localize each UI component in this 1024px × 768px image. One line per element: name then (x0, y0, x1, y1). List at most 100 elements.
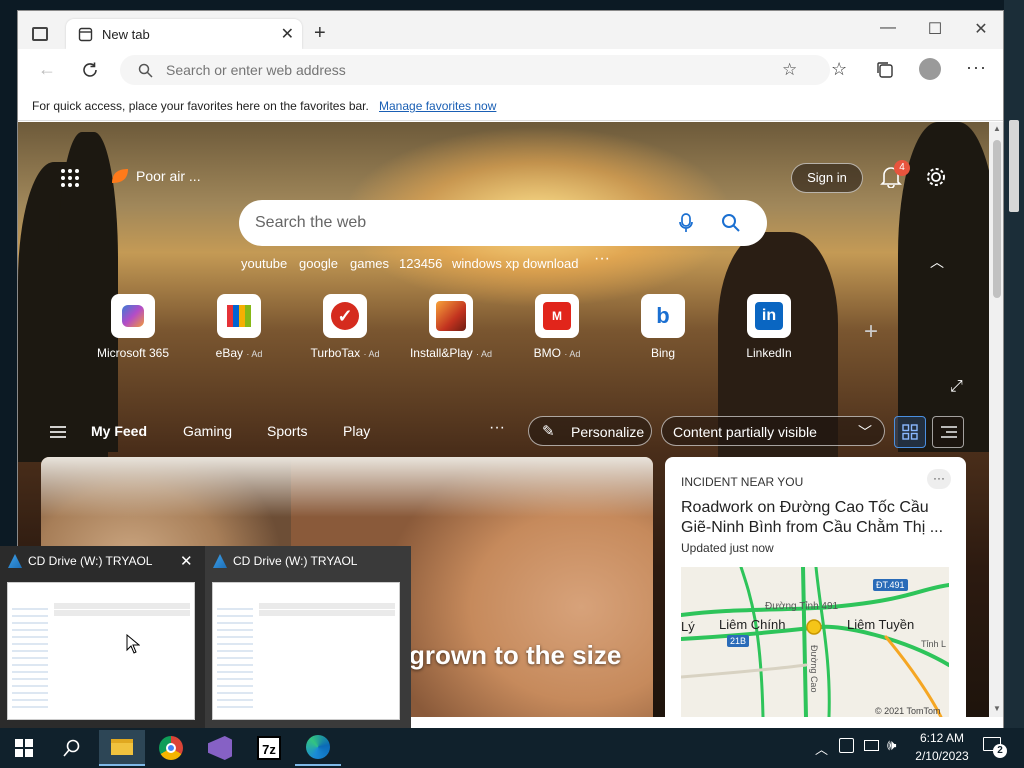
close-window-button[interactable]: ✕ (966, 19, 996, 39)
sign-in-button[interactable]: Sign in (791, 163, 863, 193)
list-view-icon (941, 426, 957, 438)
installplay-icon (429, 294, 473, 338)
address-bar[interactable]: ☆ (120, 55, 830, 85)
taskbar-thumbnail[interactable]: CD Drive (W:) TRYAOL (205, 546, 411, 728)
quick-link-microsoft365[interactable]: Microsoft 365 (88, 294, 178, 360)
quick-link-installplay[interactable]: Install&Play · Ad (406, 294, 496, 360)
quick-link-label: TurboTax (310, 346, 361, 360)
feed-card-incident[interactable]: INCIDENT NEAR YOU ··· Roadwork on Đường … (665, 457, 966, 717)
gear-icon[interactable] (925, 166, 947, 188)
feed-more-icon[interactable]: ··· (489, 419, 505, 437)
traffic-map[interactable]: ĐT.491 Đường Tỉnh 491 Liêm Chính Liêm Tu… (681, 567, 949, 717)
trending-more-icon[interactable]: ··· (594, 250, 610, 268)
map-roads (681, 567, 949, 717)
search-submit-icon[interactable] (721, 213, 741, 233)
close-tab-icon[interactable]: ✕ (281, 24, 294, 44)
favorites-icon[interactable]: ☆ (831, 59, 847, 80)
air-quality-label: Poor air ... (136, 168, 201, 184)
ebay-icon (217, 294, 261, 338)
bing-icon: b (641, 294, 685, 338)
quick-link-bmo[interactable]: M BMO · Ad (512, 294, 602, 360)
start-button[interactable] (1, 730, 47, 766)
desktop-scrollbar-thumb (1009, 120, 1019, 212)
scroll-down-icon[interactable]: ▼ (993, 704, 1001, 713)
tab-actions-icon[interactable] (32, 27, 48, 41)
thumbnail-close-icon[interactable]: ✕ (180, 552, 193, 570)
map-label: Đường Tỉnh 491 (765, 601, 839, 612)
taskbar-7zip[interactable]: 7z (246, 730, 292, 766)
network-icon[interactable] (864, 740, 879, 751)
personalize-button[interactable]: ✎ Personalize (528, 416, 652, 446)
ad-label: · Ad (476, 349, 493, 359)
new-tab-button[interactable]: + (314, 22, 326, 45)
incident-updated: Updated just now (681, 541, 774, 555)
manage-favorites-link[interactable]: Manage favorites now (379, 99, 496, 113)
search-icon (63, 739, 80, 757)
card-more-icon[interactable]: ··· (927, 469, 951, 489)
microphone-icon[interactable] (679, 213, 693, 233)
quick-link-label: Microsoft 365 (96, 346, 170, 360)
trending-item[interactable]: games (350, 256, 389, 271)
tab-sports[interactable]: Sports (267, 423, 307, 439)
add-favorite-icon[interactable]: ☆ (782, 60, 797, 80)
quick-link-bing[interactable]: b Bing (618, 294, 708, 360)
grid-view-button[interactable] (894, 416, 926, 448)
trending-item[interactable]: google (299, 256, 338, 271)
air-quality-widget[interactable]: Poor air ... (110, 167, 201, 185)
tab-play[interactable]: Play (343, 423, 370, 439)
address-input[interactable] (166, 60, 726, 80)
list-view-button[interactable] (932, 416, 964, 448)
trending-item[interactable]: 123456 (399, 256, 442, 271)
volume-icon[interactable]: 🕪 (887, 737, 896, 754)
scrollbar-thumb[interactable] (993, 140, 1001, 298)
map-label: 21B (727, 635, 750, 647)
taskbar-search-button[interactable] (49, 730, 95, 766)
back-button[interactable]: ← (38, 59, 56, 80)
profile-avatar[interactable] (919, 58, 941, 80)
turbotax-icon: ✓ (323, 294, 367, 338)
expand-icon[interactable]: ⤢ (950, 378, 963, 396)
quick-link-turbotax[interactable]: ✓ TurboTax · Ad (300, 294, 390, 360)
taskbar-file-explorer[interactable] (99, 730, 145, 766)
scroll-up-icon[interactable]: ▲ (993, 124, 1001, 133)
chrome-icon (159, 736, 183, 760)
preview-sidebar (217, 603, 253, 713)
action-center-button[interactable]: 2 (983, 737, 1007, 758)
taskbar-thumbnail[interactable]: CD Drive (W:) TRYAOL ✕ (0, 546, 206, 728)
mouse-cursor-icon (126, 634, 140, 654)
map-label: Lý (681, 619, 695, 634)
menu-icon[interactable] (50, 425, 66, 439)
desktop-background (1004, 0, 1024, 728)
clock-time[interactable]: 6:12 AM (917, 731, 967, 745)
apps-grid-icon[interactable] (60, 168, 80, 188)
quick-link-ebay[interactable]: eBay · Ad (194, 294, 284, 360)
add-quick-link-icon[interactable]: + (864, 318, 878, 346)
settings-more-icon[interactable]: ··· (966, 57, 987, 78)
notifications-button[interactable]: 4 (880, 160, 910, 193)
security-icon[interactable] (839, 738, 854, 753)
tab-my-feed[interactable]: My Feed (91, 423, 147, 439)
taskbar-visual-studio[interactable] (197, 730, 243, 766)
minimize-button[interactable]: — (873, 19, 903, 37)
maximize-button[interactable]: ☐ (920, 19, 950, 39)
tab-gaming[interactable]: Gaming (183, 423, 232, 439)
ad-label: · Ad (246, 349, 263, 359)
web-search-box[interactable]: Search the web (239, 200, 767, 246)
collections-icon[interactable] (876, 61, 894, 79)
trending-item[interactable]: youtube (241, 256, 287, 271)
show-hidden-icons-icon[interactable]: ︿ (815, 739, 828, 758)
tab-bar: New tab ✕ + — ☐ ✕ (18, 11, 1003, 49)
taskbar-edge[interactable] (295, 730, 341, 766)
page-scrollbar[interactable]: ▲ ▼ (989, 122, 1003, 717)
collapse-chevron-icon[interactable]: ︿ (930, 252, 944, 272)
refresh-icon[interactable] (81, 61, 99, 79)
personalize-icon: ✎ (542, 423, 555, 440)
content-visibility-dropdown[interactable]: Content partially visible ﹀ (661, 416, 885, 446)
taskbar-chrome[interactable] (148, 730, 194, 766)
tab-new-tab[interactable]: New tab ✕ (66, 19, 302, 49)
quick-link-linkedin[interactable]: in LinkedIn (724, 294, 814, 360)
trending-item[interactable]: windows xp download (452, 256, 578, 271)
tab-title: New tab (102, 27, 150, 42)
toolbar: ← ☆ ☆ ··· (18, 49, 1003, 91)
clock-date[interactable]: 2/10/2023 (913, 749, 971, 763)
